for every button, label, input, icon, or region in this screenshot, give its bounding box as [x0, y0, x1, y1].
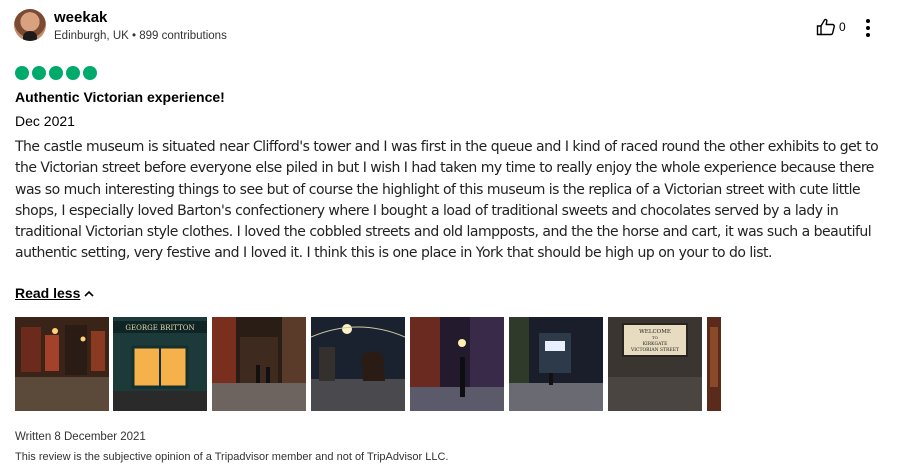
- rating-bubble-icon: [83, 66, 97, 80]
- rating-bubbles: [15, 66, 97, 80]
- rating-bubble-icon: [49, 66, 63, 80]
- shop-sign-text: GEORGE BRITTON: [125, 324, 194, 332]
- review-disclaimer: This review is the subjective opinion of…: [15, 451, 449, 463]
- helpful-count: 0: [839, 20, 846, 34]
- photo-5[interactable]: [410, 317, 504, 411]
- photo-4[interactable]: [311, 317, 405, 411]
- photo-2[interactable]: GEORGE BRITTON: [113, 317, 207, 411]
- review-title: Authentic Victorian experience!: [15, 89, 225, 105]
- username[interactable]: weekak: [54, 9, 107, 27]
- written-date: Written 8 December 2021: [15, 431, 146, 443]
- photo-6[interactable]: [509, 317, 603, 411]
- welcome-sign-line-4: VICTORIAN STREET: [630, 347, 679, 353]
- user-contributions: 899 contributions: [139, 30, 227, 42]
- rating-bubble-icon: [32, 66, 46, 80]
- photo-7[interactable]: WELCOME TO KIRKGATE VICTORIAN STREET: [608, 317, 702, 411]
- photo-9-partial[interactable]: [707, 317, 721, 411]
- user-location: Edinburgh, UK: [54, 30, 129, 42]
- review-date: Dec 2021: [15, 113, 75, 129]
- rating-bubble-icon: [66, 66, 80, 80]
- photo-strip: GEORGE BRITTON WELCOME TO KIRKGATE VICTO…: [15, 317, 721, 411]
- read-less-label[interactable]: Read less: [15, 285, 80, 302]
- photo-1[interactable]: [15, 317, 109, 411]
- read-less-button[interactable]: Read less: [15, 285, 94, 302]
- more-vertical-icon[interactable]: [865, 19, 871, 37]
- thumbs-up-icon[interactable]: [816, 18, 836, 36]
- welcome-sign-line-2: TO: [652, 335, 659, 340]
- rating-bubble-icon: [15, 66, 29, 80]
- user-meta: Edinburgh, UK • 899 contributions: [54, 29, 227, 43]
- review-header: weekak Edinburgh, UK • 899 contributions…: [14, 9, 886, 45]
- photo-3[interactable]: [212, 317, 306, 411]
- avatar[interactable]: [14, 9, 46, 41]
- welcome-sign-line-3: KIRKGATE: [643, 341, 668, 347]
- review-body: The castle museum is situated near Cliff…: [15, 139, 879, 262]
- chevron-up-icon: [84, 290, 94, 297]
- meta-separator: •: [132, 30, 137, 42]
